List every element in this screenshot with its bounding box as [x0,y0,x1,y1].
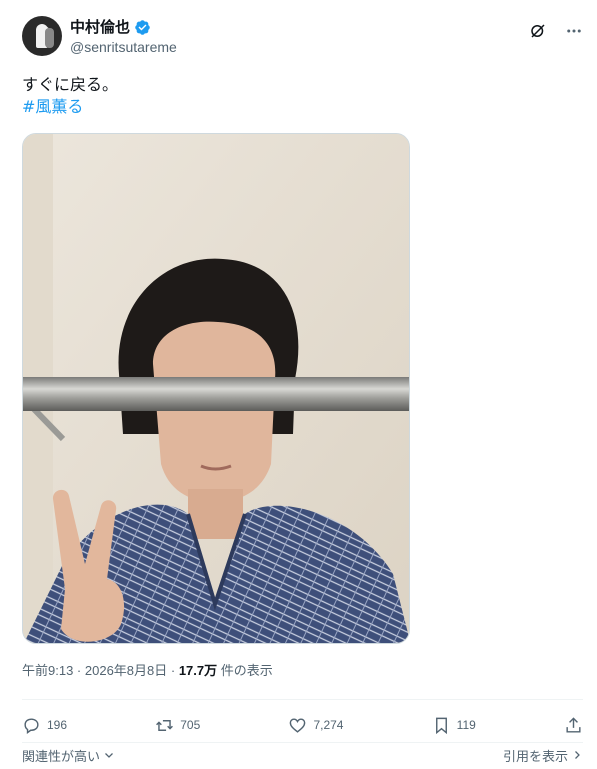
divider [22,699,583,700]
tweet-meta: 午前9:13 · 2026年8月8日 · 17.7万 件の表示 [22,662,273,680]
author-display-name[interactable]: 中村倫也 [70,17,130,37]
bookmark-icon [435,717,447,734]
like-count: 7,274 [313,718,344,732]
repost-button[interactable]: 705 [155,716,200,735]
repost-icon [156,719,174,731]
reply-icon [24,717,39,734]
tweet-header: 中村倫也 @senritsutareme [22,16,583,58]
bookmark-count: 119 [456,718,476,732]
photo-illustration [23,134,409,643]
reply-count: 196 [47,718,68,732]
share-button[interactable] [564,716,583,735]
reply-button[interactable]: 196 [22,716,67,735]
reply-controls: 関連性が高い 引用を表示 [22,745,583,765]
sort-label: 関連性が高い [22,749,101,765]
avatar-figure-shadow [45,28,54,48]
meta-separator: · [167,663,179,678]
share-icon [566,716,581,733]
meta-separator: · [73,663,85,678]
tweet-time[interactable]: 午前9:13 [22,663,73,678]
hashtag-link[interactable]: #風薫る [22,96,118,118]
author-names: 中村倫也 @senritsutareme [70,17,177,57]
heart-icon [290,717,306,733]
quotes-label: 引用を表示 [502,749,568,765]
tweet-text: すぐに戻る。 #風薫る [22,74,118,118]
sort-dropdown[interactable]: 関連性が高い [22,746,115,765]
view-quotes-link[interactable]: 引用を表示 [503,746,583,765]
views-count: 17.7万 [178,663,218,678]
more-options-icon[interactable] [565,22,583,40]
tweet-body: すぐに戻る。 [22,75,119,94]
chevron-down-icon [105,753,113,758]
avatar[interactable] [22,16,62,56]
tweet-photo[interactable] [22,133,410,644]
repost-count: 705 [180,718,201,732]
grok-icon[interactable] [529,22,547,40]
bookmark-button[interactable]: 119 [432,716,476,735]
author-handle[interactable]: @senritsutareme [70,37,177,57]
views-label: 件の表示 [217,663,273,678]
chevron-right-icon [575,751,580,759]
author-display-name-row[interactable]: 中村倫也 [70,17,177,37]
tweet-date[interactable]: 2026年8月8日 [85,663,167,678]
divider [22,742,583,743]
verified-badge-icon [135,19,150,35]
action-bar: 196 705 7,274 119 [22,712,583,738]
header-actions [529,22,583,40]
like-button[interactable]: 7,274 [288,716,343,735]
